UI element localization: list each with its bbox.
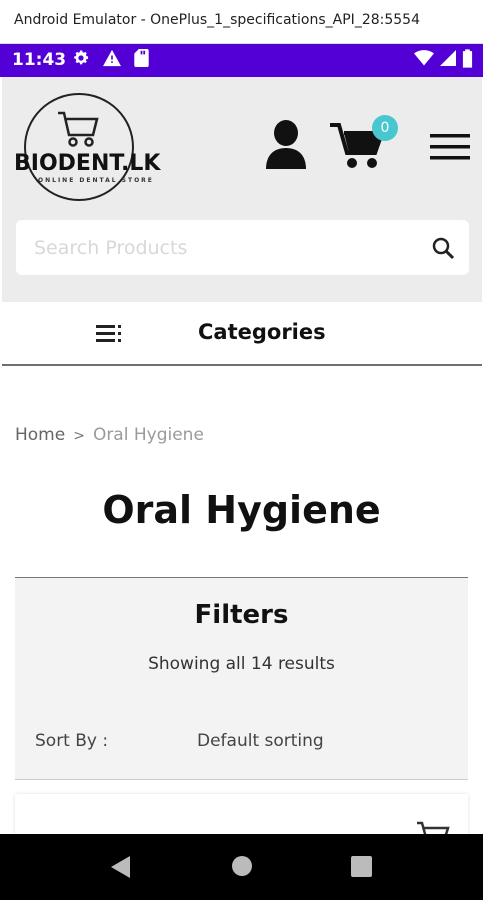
cell-signal-icon [440,49,456,71]
search-icon[interactable] [431,236,455,264]
logo-text: BIODENT.LK [14,151,161,176]
cart-count-badge: 0 [372,115,398,141]
recents-icon[interactable] [351,856,372,881]
account-button[interactable] [264,119,308,173]
home-icon[interactable] [232,856,252,880]
user-icon [264,120,308,175]
breadcrumb-current: Oral Hygiene [92,425,204,445]
sort-by-label: Sort By : [35,731,109,751]
page-title: Oral Hygiene [102,488,381,532]
hamburger-menu-icon [430,134,470,165]
categories-list-icon [96,324,122,348]
biodent-logo[interactable]: BIODENT.LK ONLINE DENTAL STORE [12,93,161,203]
status-bar: 11:43 [0,44,483,77]
breadcrumb-home-link[interactable]: Home [15,425,65,445]
add-to-cart-icon[interactable] [416,820,450,834]
emulator-window-titlebar: Android Emulator - OnePlus_1_specificati… [0,0,483,44]
breadcrumb-separator: > [73,428,85,444]
site-header: BIODENT.LK ONLINE DENTAL STORE 0 [2,77,482,302]
battery-icon [462,48,473,72]
categories-label: Categories [198,320,326,344]
status-notification-icons [72,49,149,71]
results-count: Showing all 14 results [148,654,335,674]
filters-panel: Filters Showing all 14 results Sort By :… [15,577,468,780]
breadcrumb: Home > Oral Hygiene [15,425,204,445]
cart-icon [330,123,385,175]
categories-bar[interactable]: Categories [2,302,482,366]
menu-button[interactable] [430,133,470,163]
logo-cart-icon [56,109,100,153]
android-navigation-bar [0,834,483,900]
gear-icon [72,49,90,71]
search-input[interactable] [34,220,414,275]
cart-button[interactable]: 0 [330,115,398,177]
sort-select[interactable]: Default sorting [197,731,324,751]
main-content: Home > Oral Hygiene Oral Hygiene Filters S… [0,368,483,834]
window-title: Android Emulator - OnePlus_1_specificati… [14,12,420,28]
product-card[interactable] [15,794,468,834]
wifi-icon [414,49,434,71]
sd-card-icon [134,49,149,71]
filters-title[interactable]: Filters [15,600,468,630]
status-time: 11:43 [12,50,67,70]
search-bar [16,220,469,275]
status-system-icons [414,48,473,72]
warning-icon [102,49,122,71]
logo-tagline: ONLINE DENTAL STORE [38,177,154,184]
back-icon[interactable] [110,855,132,883]
